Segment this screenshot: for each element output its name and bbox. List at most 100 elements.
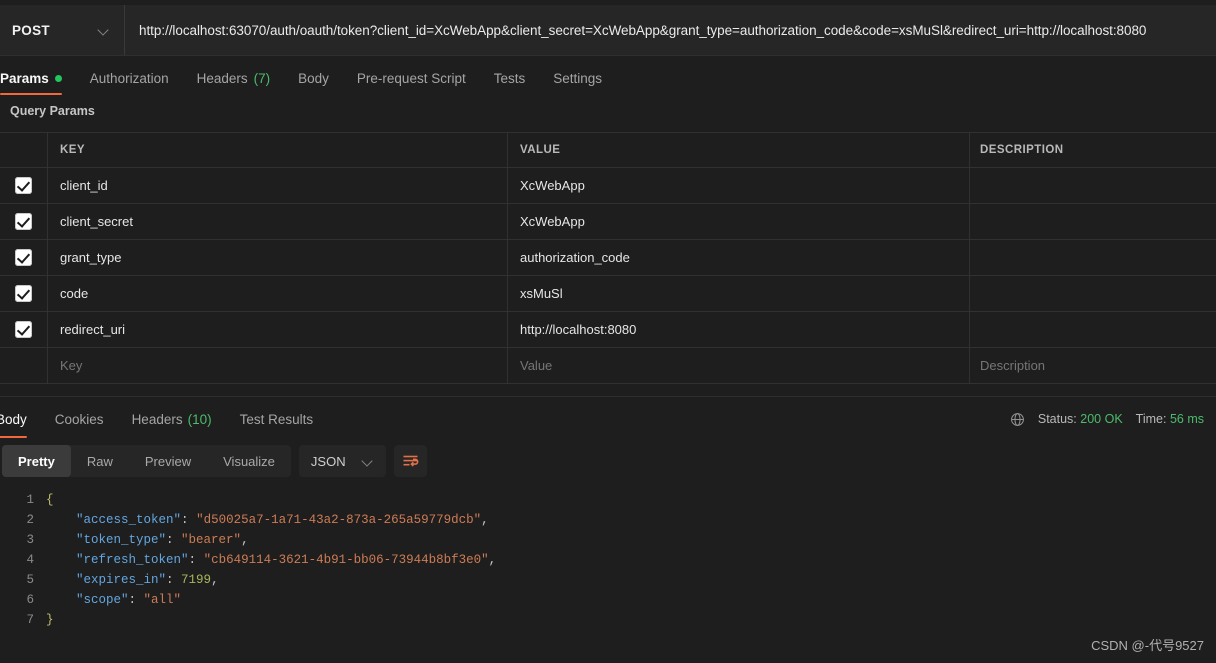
json-line-content[interactable]: {: [46, 490, 54, 510]
response-tab-cookies-label: Cookies: [54, 411, 104, 427]
table-placeholder-row: Key Value Description: [0, 348, 1216, 384]
placeholder-value-input[interactable]: Value: [520, 358, 552, 373]
row-value[interactable]: XcWebApp: [520, 214, 585, 229]
tab-tests[interactable]: Tests: [480, 56, 540, 101]
row-value[interactable]: http://localhost:8080: [520, 322, 636, 337]
table-row: grant_type authorization_code: [0, 240, 1216, 276]
line-number: 7: [26, 613, 34, 627]
response-tab-body[interactable]: Body: [0, 403, 41, 438]
request-tabs: Params Authorization Headers (7) Body Pr…: [0, 56, 1216, 101]
row-key[interactable]: redirect_uri: [60, 322, 125, 337]
json-line-content[interactable]: "expires_in": 7199,: [46, 570, 219, 590]
status-label: Status:: [1037, 412, 1077, 426]
placeholder-key-input[interactable]: Key: [60, 358, 82, 373]
response-body-toolbar: Pretty Raw Preview Visualize JSON: [2, 445, 427, 477]
row-key[interactable]: client_id: [60, 178, 108, 193]
query-params-heading: Query Params: [10, 104, 95, 118]
row-value[interactable]: XcWebApp: [520, 178, 585, 193]
row-checkbox-client-secret[interactable]: [15, 213, 32, 230]
header-value: VALUE: [520, 144, 561, 156]
row-key[interactable]: code: [60, 286, 88, 301]
params-modified-dot-icon: [54, 75, 62, 82]
response-tab-cookies[interactable]: Cookies: [41, 403, 118, 435]
tab-settings[interactable]: Settings: [539, 56, 616, 101]
json-token-pun: ,: [211, 573, 219, 587]
json-token-pun: ,: [488, 553, 497, 567]
response-meta: Status: 200 OK Time: 56 ms: [1010, 408, 1204, 430]
json-line-content[interactable]: "access_token": "d50025a7-1a71-43a2-873a…: [46, 510, 489, 530]
row-value[interactable]: authorization_code: [520, 250, 630, 265]
line-number: 2: [26, 513, 34, 527]
response-body-json[interactable]: 1{2 "access_token": "d50025a7-1a71-43a2-…: [0, 490, 1216, 640]
tab-tests-label: Tests: [493, 71, 526, 86]
body-format-select[interactable]: JSON: [298, 445, 386, 477]
pane-divider[interactable]: [0, 396, 1216, 401]
response-tab-headers-label: Headers: [131, 411, 183, 427]
response-tab-test-results[interactable]: Test Results: [226, 403, 328, 435]
status-badge[interactable]: Status: 200 OK: [1038, 412, 1123, 426]
response-tab-test-results-label: Test Results: [239, 411, 314, 427]
header-key: KEY: [60, 144, 85, 156]
json-token-pun: [46, 593, 76, 607]
row-value[interactable]: xsMuSl: [520, 286, 563, 301]
header-check-cell: [0, 133, 48, 167]
time-label: Time:: [1135, 412, 1167, 426]
tab-body[interactable]: Body: [284, 56, 343, 101]
view-mode-visualize[interactable]: Visualize: [207, 445, 291, 477]
tab-pre-request-script-label: Pre-request Script: [356, 71, 466, 86]
json-line-content[interactable]: }: [46, 610, 54, 630]
line-number: 6: [26, 593, 34, 607]
tab-params-label: Params: [0, 71, 49, 86]
row-checkbox-client-id[interactable]: [15, 177, 32, 194]
json-line: 6 "scope": "all": [0, 590, 1216, 610]
row-checkbox-code[interactable]: [15, 285, 32, 302]
json-token-str: "bearer": [181, 533, 242, 547]
view-mode-raw[interactable]: Raw: [71, 445, 129, 477]
tab-pre-request-script[interactable]: Pre-request Script: [343, 56, 480, 101]
chevron-down-icon: [98, 24, 110, 36]
http-method-label: POST: [12, 22, 50, 38]
view-mode-preview[interactable]: Preview: [129, 445, 207, 477]
table-header-row: KEY VALUE DESCRIPTION: [0, 132, 1216, 168]
row-checkbox-grant-type[interactable]: [15, 249, 32, 266]
json-line: 4 "refresh_token": "cb649114-3621-4b91-b…: [0, 550, 1216, 570]
line-number: 5: [26, 573, 34, 587]
json-token-pun: [46, 573, 76, 587]
table-row: code xsMuSl: [0, 276, 1216, 312]
json-line: 2 "access_token": "d50025a7-1a71-43a2-87…: [0, 510, 1216, 530]
view-mode-pretty[interactable]: Pretty: [2, 445, 71, 477]
json-token-str: "d50025a7-1a71-43a2-873a-265a59779dcb": [196, 513, 482, 527]
json-token-brace: {: [46, 493, 54, 507]
tab-settings-label: Settings: [553, 71, 603, 86]
json-line-content[interactable]: "refresh_token": "cb649114-3621-4b91-bb0…: [46, 550, 496, 570]
json-line-content[interactable]: "token_type": "bearer",: [46, 530, 249, 550]
row-key[interactable]: client_secret: [60, 214, 133, 229]
tab-headers[interactable]: Headers (7): [183, 56, 285, 101]
json-line: 5 "expires_in": 7199,: [0, 570, 1216, 590]
request-url-input[interactable]: http://localhost:63070/auth/oauth/token?…: [125, 5, 1216, 55]
request-url-text: http://localhost:63070/auth/oauth/token?…: [139, 22, 1147, 38]
json-token-pun: [46, 533, 76, 547]
view-mode-group: Pretty Raw Preview Visualize: [2, 445, 291, 477]
json-token-num: 7199: [181, 573, 212, 587]
json-line: 7}: [0, 610, 1216, 630]
watermark: CSDN @-代号9527: [1091, 638, 1204, 653]
tab-params[interactable]: Params: [0, 56, 76, 101]
http-method-select[interactable]: POST: [0, 5, 125, 55]
json-line-content[interactable]: "scope": "all": [46, 590, 181, 610]
row-checkbox-redirect-uri[interactable]: [15, 321, 32, 338]
word-wrap-icon: [403, 455, 418, 467]
json-token-pun: ,: [241, 533, 249, 547]
json-token-brace: }: [46, 613, 54, 627]
word-wrap-button[interactable]: [393, 445, 427, 477]
tab-authorization[interactable]: Authorization: [76, 56, 183, 101]
tab-headers-count: (7): [253, 71, 271, 86]
time-badge[interactable]: Time: 56 ms: [1136, 412, 1204, 426]
json-line: 3 "token_type": "bearer",: [0, 530, 1216, 550]
placeholder-description-input[interactable]: Description: [980, 358, 1045, 373]
row-key[interactable]: grant_type: [60, 250, 121, 265]
header-description: DESCRIPTION: [980, 144, 1064, 156]
request-url-bar: POST http://localhost:63070/auth/oauth/t…: [0, 0, 1216, 56]
json-token-pun: ,: [481, 513, 489, 527]
response-tab-headers[interactable]: Headers (10): [118, 403, 226, 435]
